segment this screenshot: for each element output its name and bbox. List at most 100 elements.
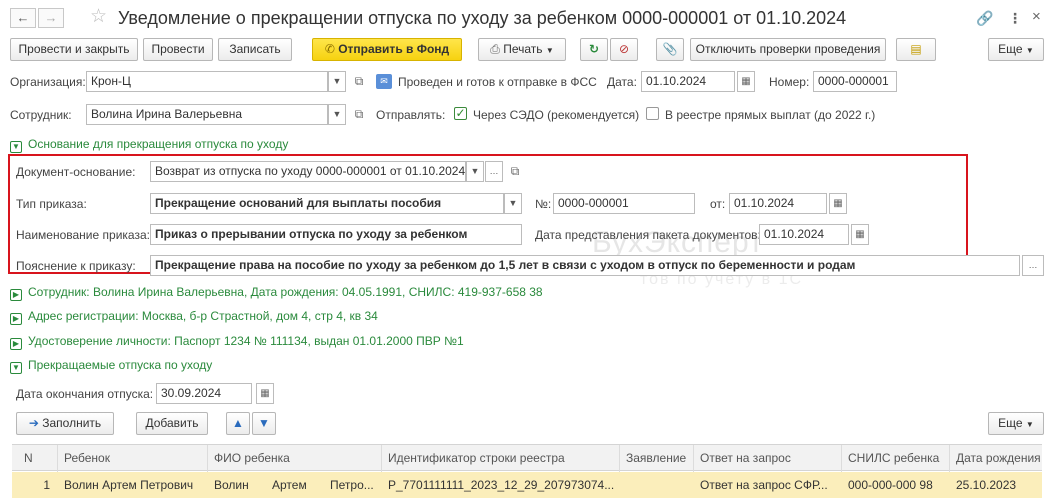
order-number-field[interactable]: 0000-000001: [553, 193, 695, 214]
registry-id-cell[interactable]: P_7701111111_2023_12_29_207973074...: [382, 472, 620, 498]
open-icon[interactable]: ⧉: [506, 161, 524, 182]
calendar-icon[interactable]: ▦: [737, 71, 755, 92]
move-down-icon[interactable]: ▼: [252, 412, 276, 435]
expand-icon: ▶: [10, 338, 22, 350]
send-to-fund-button[interactable]: ✆ Отправить в Фонд: [312, 38, 462, 61]
employee-dropdown-icon[interactable]: ▼: [328, 104, 346, 125]
sedo-checkbox[interactable]: ✓: [454, 107, 467, 120]
post-button[interactable]: Провести: [143, 38, 213, 61]
calendar-icon[interactable]: ▦: [256, 383, 274, 404]
column-header[interactable]: Ответ на запрос: [694, 445, 842, 472]
explanation-field[interactable]: Прекращение права на пособие по уходу за…: [150, 255, 1020, 276]
explanation-label: Пояснение к приказу:: [16, 259, 136, 273]
send-to-fund-label: Отправить в Фонд: [338, 42, 450, 56]
statement-cell[interactable]: [620, 472, 694, 498]
close-icon[interactable]: ×: [1032, 8, 1041, 25]
column-header[interactable]: N: [12, 445, 58, 472]
add-button[interactable]: Добавить: [136, 412, 208, 435]
birth-date-cell[interactable]: 25.10.2023: [950, 472, 1042, 498]
column-header[interactable]: Идентификатор строки реестра: [382, 445, 620, 472]
package-date-field[interactable]: 01.10.2024: [759, 224, 849, 245]
back-button[interactable]: ←: [10, 8, 36, 28]
table-more-button[interactable]: Еще ▼: [988, 412, 1044, 435]
number-label: Номер:: [769, 75, 810, 89]
table-header: N Ребенок ФИО ребенка Идентификатор стро…: [12, 444, 1042, 472]
explanation-select-icon[interactable]: …: [1022, 255, 1044, 276]
date-field[interactable]: 01.10.2024: [641, 71, 735, 92]
document-basis-dropdown-icon[interactable]: ▼: [466, 161, 484, 182]
column-header[interactable]: СНИЛС ребенка: [842, 445, 950, 472]
expand-icon: ▶: [10, 313, 22, 325]
arrow-right-icon: →: [44, 10, 58, 25]
more-button[interactable]: Еще ▼: [988, 38, 1044, 61]
employee-field[interactable]: Волина Ирина Валерьевна: [86, 104, 328, 125]
star-icon[interactable]: ☆: [90, 7, 107, 27]
calendar-icon[interactable]: ▦: [829, 193, 847, 214]
child-name-cell[interactable]: Артем: [266, 472, 324, 498]
order-name-label: Наименование приказа:: [16, 228, 150, 242]
row-number: 1: [43, 478, 50, 492]
number-field[interactable]: 0000-000001: [813, 71, 897, 92]
identity-label: Удостоверение личности: Паспорт 1234 № 1…: [28, 334, 464, 348]
employee-info-section-toggle[interactable]: ▶ Сотрудник: Волина Ирина Валерьевна, Дат…: [10, 285, 543, 301]
order-type-field[interactable]: Прекращение оснований для выплаты пособи…: [150, 193, 504, 214]
printer-icon: ⎙: [490, 42, 500, 56]
send-via-label: Отправлять:: [376, 108, 446, 122]
clear-posting-icon[interactable]: ⊘: [610, 38, 638, 61]
sedo-label: Через СЭДО (рекомендуется): [473, 108, 640, 122]
leaves-section-toggle[interactable]: ▼ Прекращаемые отпуска по уходу: [10, 358, 212, 374]
fill-button[interactable]: ➔ Заполнить: [16, 412, 114, 435]
order-type-dropdown-icon[interactable]: ▼: [504, 193, 522, 214]
report-icon[interactable]: ▤: [896, 38, 936, 61]
child-patronymic-cell[interactable]: Петро...: [324, 472, 382, 498]
document-basis-select-icon[interactable]: …: [485, 161, 503, 182]
refresh-icon[interactable]: ↻: [580, 38, 608, 61]
link-icon[interactable]: 🔗: [976, 10, 993, 27]
fill-icon: ➔: [28, 416, 39, 430]
page-title: Уведомление о прекращении отпуска по ухо…: [118, 8, 847, 28]
child-cell[interactable]: Волин Артем Петрович: [58, 472, 208, 498]
document-basis-field[interactable]: Возврат из отпуска по уходу 0000-000001 …: [150, 161, 466, 182]
table-row[interactable]: 1 Волин Артем Петрович Волин Артем Петро…: [12, 472, 1042, 498]
basis-section-label: Основание для прекращения отпуска по ухо…: [28, 137, 289, 151]
column-header[interactable]: Заявление: [620, 445, 694, 472]
column-header[interactable]: Ребенок: [58, 445, 208, 472]
open-icon[interactable]: ⧉: [350, 71, 368, 92]
registry-label: В реестре прямых выплат (до 2022 г.): [665, 108, 876, 122]
snils-cell[interactable]: 000-000-000 98: [842, 472, 950, 498]
arrow-left-icon: ←: [16, 10, 30, 25]
order-date-label: от:: [710, 197, 726, 211]
disable-checks-button[interactable]: Отключить проверки проведения: [690, 38, 886, 61]
column-header[interactable]: Дата рождения: [950, 445, 1042, 472]
basis-section-toggle[interactable]: ▼ Основание для прекращения отпуска по ух…: [10, 137, 288, 153]
response-cell[interactable]: Ответ на запрос СФР...: [694, 472, 842, 498]
move-up-icon[interactable]: ▲: [226, 412, 250, 435]
more-label: Еще: [998, 42, 1023, 56]
order-number-label: №:: [535, 197, 552, 211]
more-vertical-icon[interactable]: ⋮: [1008, 10, 1022, 27]
calendar-icon[interactable]: ▦: [851, 224, 869, 245]
open-icon[interactable]: ⧉: [350, 104, 368, 125]
expand-icon: ▶: [10, 289, 22, 301]
column-header[interactable]: ФИО ребенка: [208, 445, 382, 472]
child-surname-cell[interactable]: Волин: [208, 472, 266, 498]
address-section-toggle[interactable]: ▶ Адрес регистрации: Москва, б-р Страстно…: [10, 309, 378, 325]
address-label: Адрес регистрации: Москва, б-р Страстной…: [28, 309, 378, 323]
identity-section-toggle[interactable]: ▶ Удостоверение личности: Паспорт 1234 № …: [10, 334, 464, 350]
date-label: Дата:: [607, 75, 637, 89]
forward-button[interactable]: →: [38, 8, 64, 28]
order-name-field[interactable]: Приказ о прерывании отпуска по уходу за …: [150, 224, 522, 245]
collapse-icon: ▼: [10, 362, 22, 374]
registry-checkbox[interactable]: [646, 107, 659, 120]
leave-end-field[interactable]: 30.09.2024: [156, 383, 252, 404]
save-button[interactable]: Записать: [218, 38, 292, 61]
print-button[interactable]: ⎙ Печать ▼: [478, 38, 566, 61]
attachment-icon[interactable]: 📎: [656, 38, 684, 61]
posting-status-text: Проведен и готов к отправке в ФСС: [398, 75, 597, 89]
order-date-field[interactable]: 01.10.2024: [729, 193, 827, 214]
chevron-down-icon: ▼: [545, 46, 554, 55]
organization-field[interactable]: Крон-Ц: [86, 71, 328, 92]
order-type-label: Тип приказа:: [16, 197, 87, 211]
organization-dropdown-icon[interactable]: ▼: [328, 71, 346, 92]
post-and-close-button[interactable]: Провести и закрыть: [10, 38, 138, 61]
